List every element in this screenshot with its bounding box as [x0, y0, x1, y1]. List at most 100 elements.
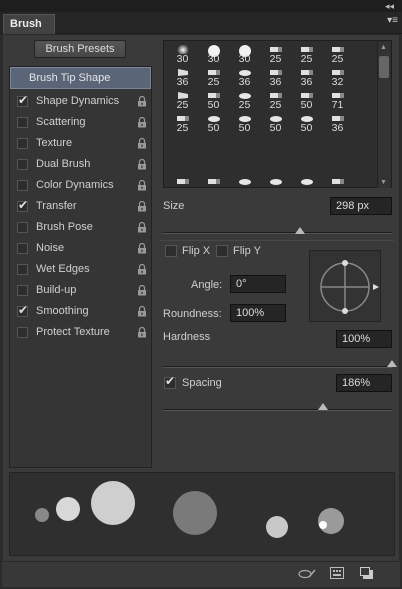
option-checkbox[interactable]: [17, 117, 28, 128]
angle-roundness-widget[interactable]: [309, 250, 381, 322]
round-brush-icon[interactable]: [300, 177, 314, 189]
option-transfer[interactable]: ✔ Transfer: [10, 196, 151, 217]
brush-presets-button[interactable]: Brush Presets: [34, 40, 126, 58]
brush-tip-cell[interactable]: 30: [167, 44, 198, 66]
option-texture[interactable]: Texture: [10, 133, 151, 154]
option-checkbox[interactable]: [17, 222, 28, 233]
option-checkbox[interactable]: ✔: [17, 93, 28, 107]
roundness-field[interactable]: 100%: [230, 304, 286, 322]
size-slider-thumb[interactable]: [295, 227, 306, 234]
brush-grid-icon[interactable]: [330, 567, 346, 581]
hardness-slider-thumb[interactable]: [387, 360, 397, 367]
brush-tip-shape-item[interactable]: Brush Tip Shape: [10, 67, 151, 89]
brush-tip-size: 30: [238, 53, 251, 65]
option-shape-dynamics[interactable]: ✔ Shape Dynamics: [10, 91, 151, 112]
lock-icon[interactable]: [137, 116, 147, 128]
flat-brush-icon[interactable]: [176, 177, 190, 189]
spacing-slider-thumb[interactable]: [318, 403, 329, 410]
lock-icon[interactable]: [137, 326, 147, 338]
lock-icon[interactable]: [137, 242, 147, 254]
brush-tip-cell[interactable]: 25: [260, 44, 291, 66]
brush-tip-size: 25: [176, 122, 189, 134]
option-checkbox[interactable]: ✔: [17, 303, 28, 317]
brush-tip-cell[interactable]: 50: [260, 113, 291, 135]
option-wet-edges[interactable]: Wet Edges: [10, 259, 151, 280]
spacing-checkbox[interactable]: ✔: [164, 374, 176, 389]
roundness-label: Roundness:: [163, 308, 222, 320]
brush-tip-cell[interactable]: 36: [322, 113, 353, 135]
brush-tip-cell[interactable]: 36: [167, 67, 198, 89]
scroll-up-icon[interactable]: ▲: [380, 44, 387, 51]
scroll-down-icon[interactable]: ▼: [380, 179, 387, 186]
create-new-brush-icon[interactable]: [360, 567, 376, 581]
option-checkbox[interactable]: [17, 243, 28, 254]
option-brush-pose[interactable]: Brush Pose: [10, 217, 151, 238]
panel-menu-icon[interactable]: ▾≡: [387, 15, 398, 26]
option-label: Transfer: [36, 200, 77, 212]
size-slider-track[interactable]: [163, 232, 392, 234]
brush-tip-cell[interactable]: 30: [198, 44, 229, 66]
brush-tip-cell[interactable]: 50: [198, 90, 229, 112]
lock-icon[interactable]: [137, 305, 147, 317]
round-brush-icon[interactable]: [238, 177, 252, 189]
brush-tip-cell[interactable]: 25: [167, 113, 198, 135]
option-smoothing[interactable]: ✔ Smoothing: [10, 301, 151, 322]
brush-tip-cell[interactable]: 36: [291, 67, 322, 89]
brush-tip-cell[interactable]: 71: [322, 90, 353, 112]
option-label: Noise: [36, 242, 65, 254]
brush-tip-scrollbar[interactable]: ▲ ▼: [377, 42, 390, 188]
brush-tip-cell[interactable]: 25: [260, 90, 291, 112]
brush-tip-cell[interactable]: 50: [291, 90, 322, 112]
option-label: Texture: [36, 137, 73, 149]
hardness-slider-track[interactable]: [163, 366, 392, 368]
lock-icon[interactable]: [137, 263, 147, 275]
option-checkbox[interactable]: [17, 138, 28, 149]
option-dual-brush[interactable]: Dual Brush: [10, 154, 151, 175]
scrollbar-thumb[interactable]: [379, 56, 389, 78]
brush-tip-cell[interactable]: 25: [167, 90, 198, 112]
option-checkbox[interactable]: [17, 180, 28, 191]
option-checkbox[interactable]: [17, 327, 28, 338]
toggle-live-tip-icon[interactable]: [298, 567, 316, 581]
brush-tip-cell[interactable]: 25: [322, 44, 353, 66]
round-brush-icon[interactable]: [269, 177, 283, 189]
brush-tip-cell[interactable]: 30: [229, 44, 260, 66]
brush-tip-cell[interactable]: 36: [229, 67, 260, 89]
option-build-up[interactable]: Build-up: [10, 280, 151, 301]
option-checkbox[interactable]: [17, 285, 28, 296]
brush-tip-cell[interactable]: 32: [322, 67, 353, 89]
flat-brush-icon[interactable]: [331, 177, 345, 189]
option-checkbox[interactable]: [17, 264, 28, 275]
tab-brush[interactable]: Brush: [3, 14, 55, 34]
flip-x-checkbox[interactable]: [165, 245, 177, 257]
spacing-slider-track[interactable]: [163, 409, 392, 411]
flip-y-checkbox[interactable]: [216, 245, 228, 257]
brush-tip-cell[interactable]: 36: [260, 67, 291, 89]
spacing-field[interactable]: 186%: [336, 374, 392, 392]
brush-tip-cell[interactable]: 25: [229, 90, 260, 112]
collapse-panel-icon[interactable]: ◂◂: [385, 0, 394, 12]
option-checkbox[interactable]: ✔: [17, 198, 28, 212]
option-color-dynamics[interactable]: Color Dynamics: [10, 175, 151, 196]
brush-tip-cell[interactable]: 25: [291, 44, 322, 66]
brush-tip-cell[interactable]: 50: [198, 113, 229, 135]
lock-icon[interactable]: [137, 284, 147, 296]
option-checkbox[interactable]: [17, 159, 28, 170]
brush-tip-cell[interactable]: 25: [198, 67, 229, 89]
angle-field[interactable]: 0°: [230, 275, 286, 293]
option-protect-texture[interactable]: Protect Texture: [10, 322, 151, 343]
lock-icon[interactable]: [137, 95, 147, 107]
brush-tip-cell[interactable]: 50: [291, 113, 322, 135]
lock-icon[interactable]: [137, 179, 147, 191]
lock-icon[interactable]: [137, 137, 147, 149]
option-noise[interactable]: Noise: [10, 238, 151, 259]
brush-tip-cell[interactable]: 50: [229, 113, 260, 135]
lock-icon[interactable]: [137, 158, 147, 170]
brush-tip-size: 25: [238, 99, 251, 111]
lock-icon[interactable]: [137, 221, 147, 233]
hardness-field[interactable]: 100%: [336, 330, 392, 348]
lock-icon[interactable]: [137, 200, 147, 212]
flat-brush-icon[interactable]: [207, 177, 221, 189]
size-field[interactable]: 298 px: [330, 197, 392, 215]
option-scattering[interactable]: Scattering: [10, 112, 151, 133]
